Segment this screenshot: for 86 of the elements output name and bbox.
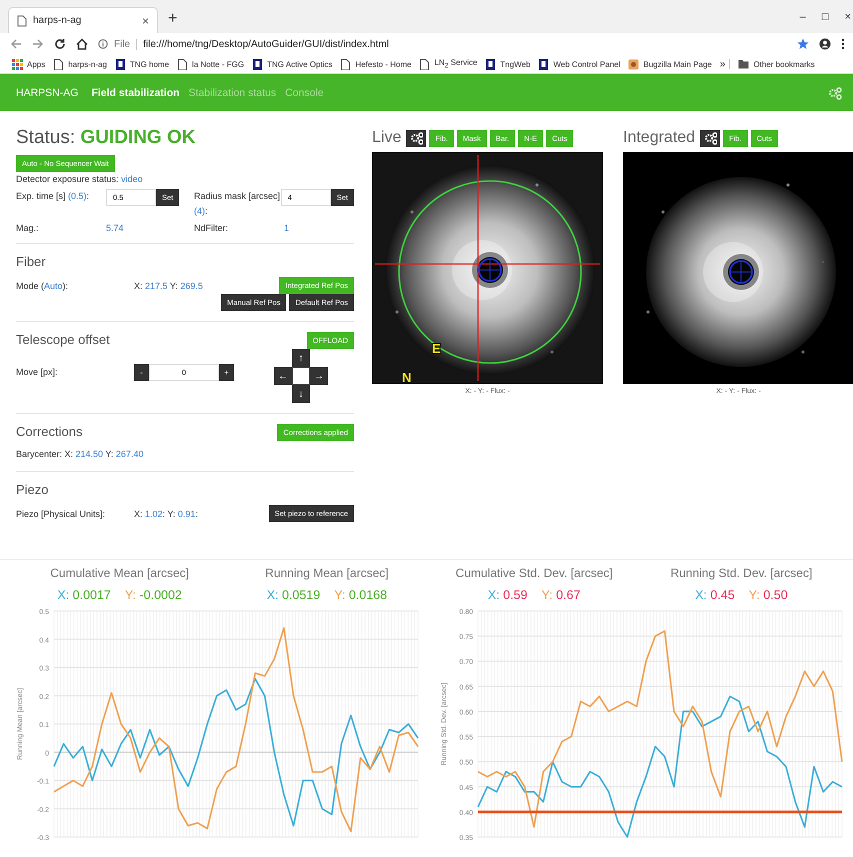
- stat-title: Running Mean [arcsec]: [265, 566, 389, 580]
- field-label: NdFilter:: [194, 223, 230, 233]
- menu-icon[interactable]: [841, 38, 845, 50]
- fiber-marker: [478, 258, 502, 282]
- folder-icon: [738, 59, 750, 69]
- stat-value: Y: 0.0168: [334, 588, 388, 602]
- bookmark[interactable]: Hefesto - Home: [340, 58, 412, 70]
- barycenter-position: Barycenter: X: 214.50 Y: 267.40: [16, 448, 144, 461]
- page-icon: [419, 58, 430, 70]
- status-heading: Status: GUIDING OK: [16, 127, 196, 149]
- section-title: Corrections: [16, 424, 82, 439]
- stat-value: Y: 0.67: [541, 588, 580, 602]
- settings-button[interactable]: [700, 130, 720, 146]
- bookmark[interactable]: TngWeb: [485, 58, 530, 70]
- bookmark[interactable]: Apps: [12, 58, 46, 70]
- settings-button[interactable]: [406, 130, 426, 146]
- window-control[interactable]: ×: [844, 10, 851, 22]
- bookmark[interactable]: Web Control Panel: [538, 58, 620, 70]
- page-icon: [53, 58, 64, 70]
- section-title: Telescope offset: [16, 332, 110, 347]
- flag-icon: [114, 58, 126, 70]
- window-control[interactable]: –: [800, 10, 806, 22]
- arrow-button[interactable]: →: [310, 367, 328, 385]
- flag-icon: [485, 58, 496, 70]
- fiber-marker: [729, 260, 753, 284]
- new-tab-button[interactable]: +: [168, 10, 178, 28]
- compass-label: N: [402, 370, 412, 384]
- bookmark[interactable]: TNG Active Optics: [252, 58, 332, 70]
- fiber-position: X: 217.5 Y: 269.5: [134, 280, 204, 292]
- page-icon: [177, 58, 188, 70]
- dpad-center: [292, 367, 310, 385]
- star-icon[interactable]: [797, 38, 809, 50]
- field-label: Piezo [Physical Units]:: [16, 508, 106, 520]
- tab-title: harps-n-ag: [33, 15, 82, 26]
- mode-label: Mode (Auto):: [16, 280, 70, 292]
- stat-title: Cumulative Mean [arcsec]: [50, 566, 189, 580]
- section-title: Piezo: [16, 482, 50, 497]
- bookmark[interactable]: TNG home: [114, 58, 170, 70]
- field-value: 5.74: [106, 223, 124, 233]
- field-label: Mag.:: [16, 223, 40, 233]
- stat-value: X: 0.59: [488, 588, 528, 602]
- apps-icon: [12, 58, 23, 70]
- viewer-title: Integrated: [623, 129, 696, 147]
- flag-icon: [252, 58, 264, 70]
- reload-icon[interactable]: [54, 38, 66, 50]
- back-icon[interactable]: [10, 38, 22, 50]
- gears-icon: [409, 131, 424, 145]
- field-label: Move [px]:: [16, 366, 59, 379]
- tab-close-button[interactable]: ×: [142, 14, 149, 28]
- info-icon: [98, 39, 108, 49]
- more-bookmarks-button[interactable]: »: [720, 58, 726, 70]
- account-icon[interactable]: [819, 38, 831, 50]
- detector-status: Detector exposure status: video: [16, 173, 144, 186]
- page-icon: [340, 58, 352, 70]
- field-label: Exp. time [s] (0.5):: [16, 190, 90, 203]
- bookmark[interactable]: harps-n-ag: [53, 58, 107, 70]
- forward-icon[interactable]: [32, 38, 44, 50]
- stat-title: Running Std. Dev. [arcsec]: [670, 566, 812, 580]
- section-title: Fiber: [16, 254, 47, 269]
- arrow-button[interactable]: ←: [274, 367, 292, 385]
- viewer-title: Live: [372, 129, 402, 147]
- bookmark[interactable]: la Notte - FGG: [177, 58, 244, 70]
- arrow-button[interactable]: ↓: [292, 385, 310, 403]
- address-bar[interactable]: File file:///home/tng/Desktop/AutoGuider/GUI/dist/index.html: [98, 34, 783, 54]
- stat-value: Y: 0.50: [748, 588, 788, 602]
- stat-title: Cumulative Std. Dev. [arcsec]: [456, 566, 613, 580]
- window-control[interactable]: □: [822, 10, 829, 22]
- browser-tab[interactable]: harps-n-ag ×: [8, 7, 158, 33]
- bookmark[interactable]: LN$_{2}$ Service: [419, 58, 478, 70]
- bookmark-icon: [628, 58, 640, 70]
- url-scheme: File: [114, 38, 138, 50]
- stat-value: X: 0.0017: [57, 588, 111, 602]
- gears-icon: [703, 131, 718, 145]
- home-icon[interactable]: [76, 38, 88, 50]
- page-icon: [17, 14, 27, 26]
- field-label: Radius mask [arcsec] (4):: [194, 190, 281, 218]
- flag-icon: [538, 58, 550, 70]
- stat-value: X: 0.45: [695, 588, 735, 602]
- stat-value: X: 0.0519: [266, 588, 320, 602]
- stat-value: Y: -0.0002: [124, 588, 182, 602]
- bookmark[interactable]: Bugzilla Main Page: [628, 58, 712, 70]
- url-text: file:///home/tng/Desktop/AutoGuider/GUI/dist/index.html: [143, 38, 389, 50]
- arrow-button[interactable]: ↑: [292, 349, 310, 367]
- bookmark-folder[interactable]: Other bookmarks: [729, 59, 815, 69]
- field-value: 1: [284, 223, 290, 233]
- piezo-position: X: 1.02: Y: 0.91:: [134, 508, 199, 520]
